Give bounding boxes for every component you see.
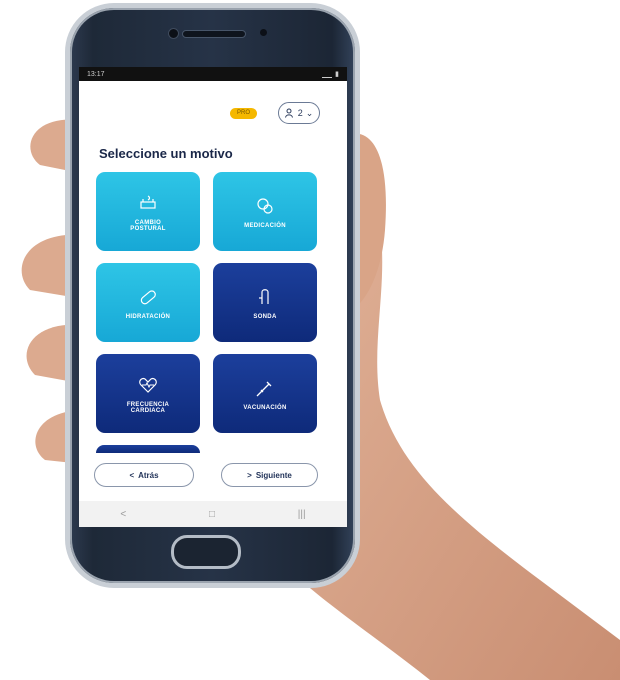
pro-badge: PRO (230, 108, 257, 119)
chevron-right-icon: > (247, 470, 252, 480)
reason-label: FRECUENCIA CARDIACA (126, 401, 170, 414)
reason-tile-vacunacion[interactable]: VACUNACIÓN (213, 354, 317, 433)
nav-home-button[interactable]: □ (209, 509, 215, 520)
status-time: 13:17 (87, 70, 105, 78)
bottom-action-bar: < Atrás > Siguiente (79, 453, 347, 501)
reason-tile-cambio-postural[interactable]: CAMBIO POSTURAL (96, 172, 200, 251)
reason-label: CAMBIO POSTURAL (130, 219, 166, 232)
reason-tile-medicacion[interactable]: MEDICACIÓN (213, 172, 317, 251)
nav-recent-button[interactable]: ||| (298, 509, 306, 520)
earpiece-speaker (182, 30, 246, 38)
next-button[interactable]: > Siguiente (221, 463, 318, 487)
status-bar: 13:17 ▮ (79, 67, 347, 81)
user-count: 2 (297, 108, 303, 118)
capsule-icon (140, 289, 156, 304)
reason-tile-sonda[interactable]: SONDA (213, 263, 317, 342)
back-button[interactable]: < Atrás (94, 463, 194, 487)
reason-label: MEDICACIÓN (244, 222, 286, 229)
bed-icon (140, 194, 156, 209)
user-selector-button[interactable]: 2 ⌄ (278, 102, 320, 124)
reason-label: VACUNACIÓN (243, 404, 287, 411)
reason-label: HIDRATACIÓN (125, 313, 171, 320)
proximity-sensor (260, 29, 267, 36)
heart-icon (139, 377, 157, 393)
back-label: Atrás (138, 470, 159, 480)
app-header: PRO 2 ⌄ (79, 81, 347, 127)
tube-icon (259, 288, 269, 304)
reason-tile-partial[interactable] (96, 445, 200, 453)
pills-icon (257, 197, 273, 214)
battery-icon: ▮ (335, 71, 339, 78)
signal-icon (322, 71, 333, 78)
users-icon (284, 108, 293, 118)
status-icons: ▮ (322, 70, 339, 78)
nav-back-button[interactable]: < (120, 509, 126, 520)
syringe-icon (256, 381, 272, 396)
page-title: Seleccione un motivo (99, 146, 233, 161)
physical-home-button[interactable] (171, 535, 241, 569)
reason-tile-hidratacion[interactable]: HIDRATACIÓN (96, 263, 200, 342)
front-camera (168, 28, 179, 39)
reason-label: SONDA (253, 313, 277, 320)
chevron-left-icon: < (129, 470, 135, 480)
reason-tile-frecuencia-cardiaca[interactable]: FRECUENCIA CARDIACA (96, 354, 200, 433)
chevron-down-icon: ⌄ (305, 107, 314, 118)
phone-frame: 13:17 ▮ PRO 2 ⌄ Seleccione un motivo CAM… (70, 8, 355, 583)
next-label: Siguiente (255, 470, 292, 480)
phone-screen: 13:17 ▮ PRO 2 ⌄ Seleccione un motivo CAM… (79, 67, 347, 527)
android-nav-bar: < □ ||| (79, 501, 347, 527)
